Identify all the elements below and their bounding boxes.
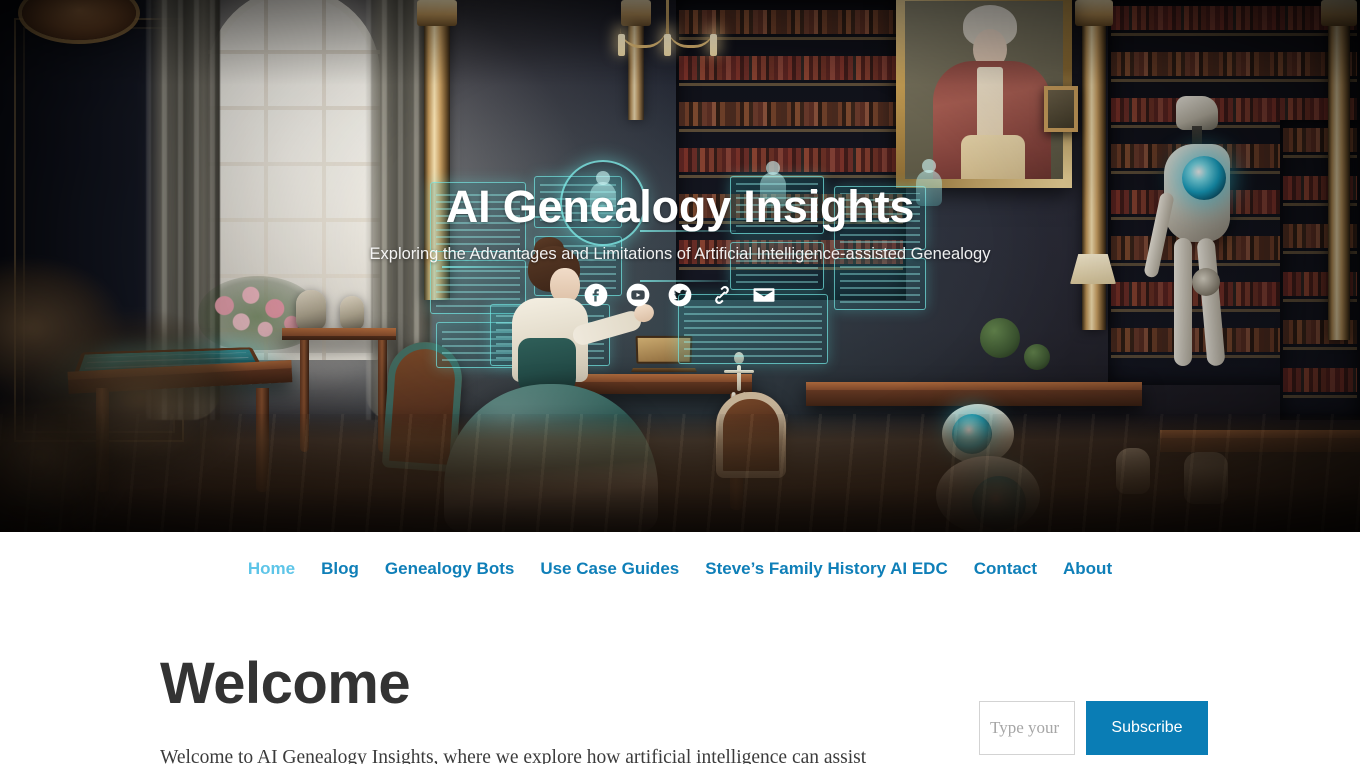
hero-banner: AI Genealogy Insights Exploring the Adva…	[0, 0, 1360, 532]
nav-item-contact[interactable]: Contact	[961, 559, 1050, 579]
site-tagline: Exploring the Advantages and Limitations…	[369, 245, 991, 264]
email-input[interactable]	[979, 701, 1075, 755]
subscribe-form: Subscribe	[979, 701, 1208, 755]
nav-item-genealogy-bots[interactable]: Genealogy Bots	[372, 559, 527, 579]
nav-item-home[interactable]: Home	[235, 559, 308, 579]
social-links	[0, 282, 1360, 308]
youtube-icon[interactable]	[625, 282, 651, 308]
intro-paragraph: Welcome to AI Genealogy Insights, where …	[160, 746, 867, 764]
gilt-medallion	[22, 0, 136, 40]
link-icon[interactable]	[709, 282, 735, 308]
facebook-icon[interactable]	[583, 282, 609, 308]
nav-item-about[interactable]: About	[1050, 559, 1125, 579]
page-title: Welcome	[160, 651, 411, 716]
topiary-plant	[980, 318, 1020, 358]
primary-navigation: Home Blog Genealogy Bots Use Case Guides…	[0, 532, 1360, 606]
chandelier	[608, 0, 728, 72]
small-picture-frame	[1044, 86, 1078, 132]
topiary-plant-small	[1024, 344, 1050, 370]
email-icon[interactable]	[751, 282, 777, 308]
nav-item-use-case-guides[interactable]: Use Case Guides	[527, 559, 692, 579]
side-table	[282, 328, 396, 340]
twitter-icon[interactable]	[667, 282, 693, 308]
nav-item-blog[interactable]: Blog	[308, 559, 372, 579]
site-title: AI Genealogy Insights	[445, 181, 915, 232]
nav-item-family-history-ai-edc[interactable]: Steve’s Family History AI EDC	[692, 559, 961, 579]
hero-content: AI Genealogy Insights Exploring the Adva…	[0, 180, 1360, 308]
subscribe-button[interactable]: Subscribe	[1086, 701, 1208, 755]
